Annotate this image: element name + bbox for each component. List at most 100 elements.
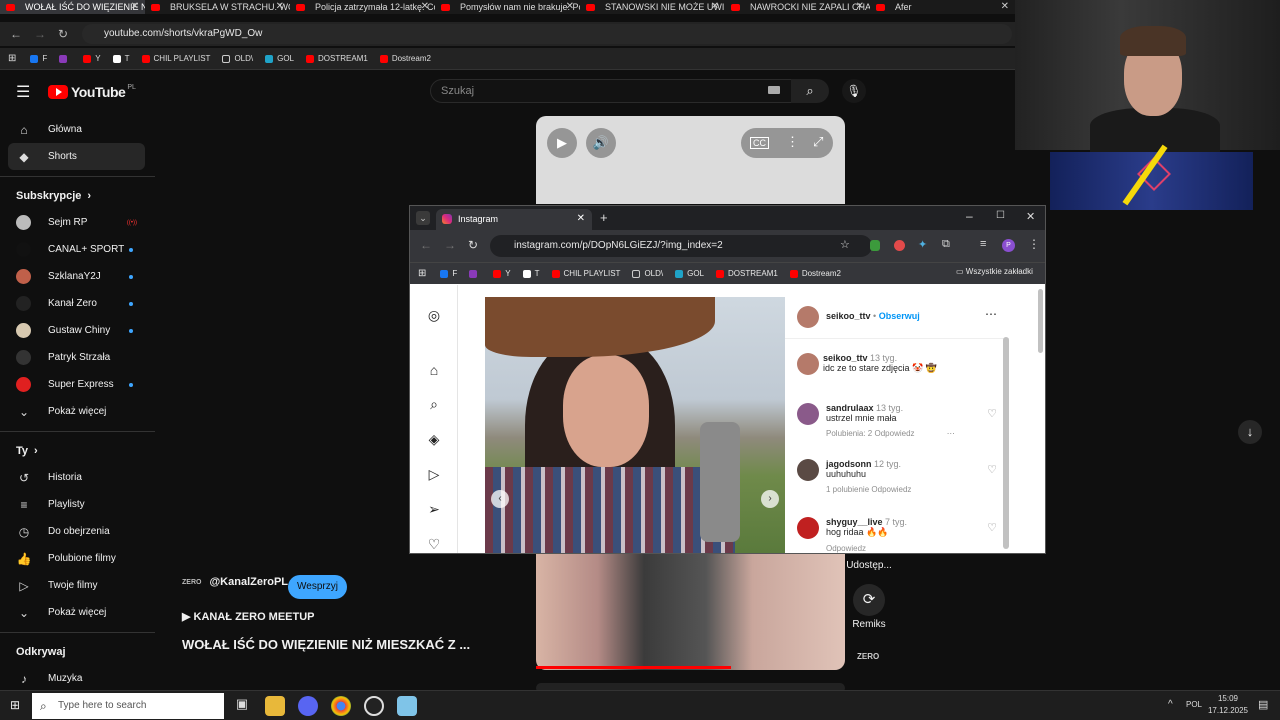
close-window-icon[interactable]: ✕ [1026, 210, 1035, 223]
close-tab-icon[interactable]: ✕ [276, 1, 284, 12]
bookmark-item[interactable]: OLD\ [222, 54, 253, 63]
sidebar-subscription[interactable]: Patryk Strzała [0, 344, 155, 371]
minimize-icon[interactable]: – [966, 209, 973, 223]
like-heart-icon[interactable]: ♡ [987, 463, 997, 476]
url-field[interactable]: youtube.com/shorts/vkraPgWD_Ow [82, 24, 1012, 44]
play-button[interactable]: ▶ [547, 128, 577, 158]
sidebar-subscription[interactable]: Sejm RP ((•)) [0, 209, 155, 236]
obs-icon[interactable] [364, 696, 384, 716]
comment-options-icon[interactable]: ⋯ [945, 429, 955, 438]
browser-tab[interactable]: NAWROCKI NIE ZAPALI CHANU✕ [725, 0, 870, 14]
post-options-icon[interactable]: ⋯ [985, 307, 997, 321]
post-author-avatar[interactable] [797, 306, 819, 328]
ig-search-icon[interactable]: ⌕ [425, 396, 443, 414]
windows-start-icon[interactable]: ⊞ [10, 698, 20, 712]
bookmark-item[interactable]: Y [83, 54, 101, 63]
remix-button[interactable]: ⟳ [853, 584, 885, 616]
comment-likes[interactable]: 1 polubienie [826, 485, 869, 494]
captions-icon[interactable]: CC [750, 137, 769, 149]
ig-reels-icon[interactable]: ▷ [425, 466, 443, 484]
close-tab-icon[interactable]: ✕ [577, 213, 585, 224]
short-video-player[interactable]: ▶ 🔊 CC ⋮ ⤢ [536, 116, 845, 204]
sidebar-item[interactable]: ◷ Do obejrzenia [0, 518, 155, 545]
ig-browser-menu-icon[interactable]: ⋮ [1028, 237, 1040, 251]
sidebar-item[interactable]: ♪ Muzyka [0, 665, 155, 692]
comments-scrollbar[interactable] [1003, 337, 1009, 549]
sidebar-item[interactable]: ▷ Twoje filmy [0, 572, 155, 599]
sidebar-item[interactable]: ⌄ Pokaż więcej [0, 599, 155, 626]
media-controls-icon[interactable]: ≡ [980, 238, 986, 250]
subscriptions-header[interactable]: Subskrypcje › [0, 183, 155, 209]
playlist-link[interactable]: ▶ KANAŁ ZERO MEETUP [182, 610, 315, 623]
like-heart-icon[interactable]: ♡ [987, 407, 997, 420]
ig-tab[interactable]: Instagram ✕ [436, 209, 592, 230]
sidebar-subscription[interactable]: ⌄ Pokaż więcej [0, 398, 155, 425]
instagram-browser-window[interactable]: ⌄ Instagram ✕ + – ☐ ✕ ← → ↻ instagram.co… [409, 205, 1046, 554]
browser-tab[interactable]: STANOWSKI NIE MOŻE UWIER ✕ [580, 0, 725, 14]
forward-icon[interactable]: → [34, 27, 46, 41]
browser-tab[interactable]: Afer ✕ [870, 0, 1015, 14]
follow-button[interactable]: Obserwuj [879, 311, 920, 321]
bookmark-star-icon[interactable]: ☆ [840, 238, 850, 251]
browser-tab[interactable]: Pomysłów nam nie brakuje. Po ✕ [435, 0, 580, 14]
close-tab-icon[interactable]: ✕ [566, 1, 574, 12]
profile-avatar-icon[interactable]: P [1002, 239, 1015, 252]
bookmark-item[interactable] [469, 269, 481, 278]
extension-red-icon[interactable] [894, 240, 905, 251]
youtube-logo[interactable]: YouTube PL [48, 84, 136, 100]
extension-blue-icon[interactable]: ✦ [918, 238, 927, 251]
close-tab-icon[interactable]: ✕ [711, 1, 719, 12]
apps-grid-icon[interactable]: ⊞ [418, 268, 426, 279]
maximize-icon[interactable]: ☐ [996, 210, 1005, 221]
fullscreen-icon[interactable]: ⤢ [813, 134, 823, 150]
sidebar-subscription[interactable]: CANAL+ SPORT [0, 236, 155, 263]
close-tab-icon[interactable]: ✕ [856, 1, 864, 12]
ig-messages-icon[interactable]: ➢ [425, 501, 443, 519]
task-view-icon[interactable]: ▣ [232, 696, 252, 716]
bookmark-item[interactable]: F [440, 269, 457, 278]
ig-explore-icon[interactable]: ◈ [425, 431, 443, 449]
discord-icon[interactable] [298, 696, 318, 716]
browser-tab[interactable]: WOŁAŁ IŚĆ DO WIĘZIENIE NIŻ ✕ [0, 0, 145, 14]
ig-home-icon[interactable]: ⌂ [425, 362, 443, 380]
reply-button[interactable]: Odpowiedz [826, 544, 866, 553]
reply-button[interactable]: Odpowiedz [871, 485, 911, 494]
bookmark-item[interactable]: DOSTREAM1 [306, 54, 368, 63]
taskbar-search[interactable]: ⌕ Type here to search [32, 693, 224, 719]
sidebar-item[interactable]: ↺ Historia [0, 464, 155, 491]
browser-tab[interactable]: BRUKSELA W STRACHU. WOJNA✕ [145, 0, 290, 14]
new-tab-icon[interactable]: + [600, 210, 608, 225]
ig-forward-icon[interactable]: → [444, 238, 456, 252]
support-button[interactable]: Wesprzyj [288, 575, 347, 599]
sidebar-item[interactable]: ◆ Shorts [8, 143, 145, 170]
volume-button[interactable]: 🔊 [586, 128, 616, 158]
ig-reload-icon[interactable]: ↻ [468, 238, 478, 252]
reply-button[interactable]: Odpowiedz [875, 429, 915, 438]
comment-avatar[interactable] [797, 517, 819, 539]
app-icon[interactable] [397, 696, 417, 716]
menu-icon[interactable]: ☰ [16, 82, 30, 102]
keyboard-icon[interactable] [768, 86, 780, 94]
ig-back-icon[interactable]: ← [420, 238, 432, 252]
post-photo[interactable]: ‹ › [485, 297, 785, 553]
post-author[interactable]: seikoo_ttv [826, 311, 871, 321]
sidebar-subscription[interactable]: Gustaw Chiny [0, 317, 155, 344]
share-label[interactable]: Udostęp... [846, 560, 892, 571]
browser-tab[interactable]: Policja zatrzymała 12-latkę. Co ✕ [290, 0, 435, 14]
comment-user[interactable]: shyguy__live [826, 517, 883, 527]
bookmark-item[interactable]: CHIL PLAYLIST [551, 269, 620, 278]
back-icon[interactable]: ← [10, 27, 22, 41]
channel-avatar-small[interactable]: ZERO [857, 652, 879, 661]
search-input[interactable]: Szukaj [430, 79, 792, 103]
bookmark-item[interactable]: Y [493, 269, 511, 278]
ig-url-field[interactable]: instagram.com/p/DOpN6LGiEZJ/?img_index=2 [490, 235, 872, 257]
short-video-frame[interactable] [536, 554, 845, 670]
tab-search-icon[interactable]: ⌄ [416, 211, 430, 225]
channel-avatar[interactable]: ZERO [182, 579, 201, 586]
chrome-icon[interactable] [331, 696, 351, 716]
like-heart-icon[interactable]: ♡ [987, 521, 997, 534]
bookmark-item[interactable]: Dostream2 [789, 269, 841, 278]
video-progress-bar[interactable] [536, 666, 731, 669]
bookmark-item[interactable]: GOL [265, 54, 294, 63]
file-explorer-icon[interactable] [265, 696, 285, 716]
